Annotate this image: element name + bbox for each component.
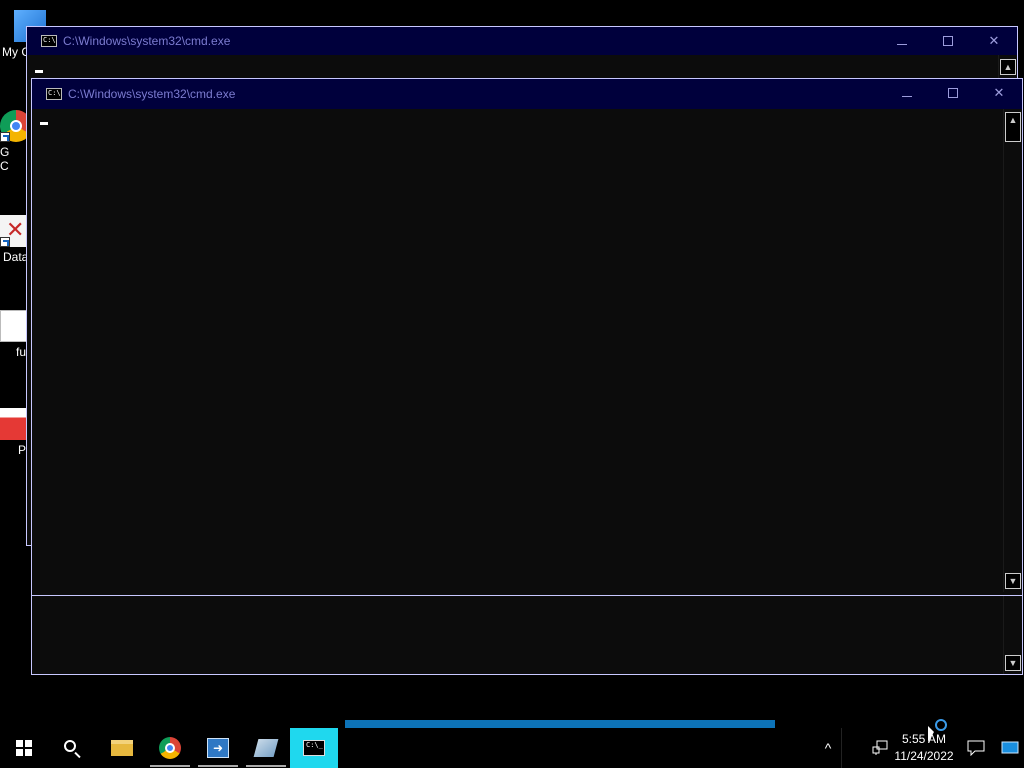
clock[interactable]: 5:55 AM 11/24/2022 <box>892 728 956 768</box>
taskbar-cmd[interactable]: C:\_ <box>290 728 338 768</box>
folder-icon <box>111 740 133 756</box>
scroll-up-button[interactable]: ▲ <box>1005 112 1021 128</box>
vertical-scrollbar-lower[interactable]: ▼ <box>1003 596 1022 674</box>
maximize-button[interactable] <box>930 79 976 107</box>
cmd-icon: C:\_ <box>303 740 325 756</box>
network-icon <box>872 740 888 755</box>
cmd-icon: C:\ <box>41 35 57 47</box>
vertical-scrollbar[interactable]: ▲ ▼ <box>1003 109 1022 592</box>
windows-logo-icon <box>16 740 32 756</box>
network-button[interactable] <box>868 728 892 768</box>
busy-indicator-icon <box>935 719 947 731</box>
tray-spacer <box>841 728 868 768</box>
cmd-window-front[interactable]: C:\ C:\Windows\system32\cmd.exe ✕ ▲ ▼ ▼ <box>31 78 1023 675</box>
close-button[interactable]: ✕ <box>976 79 1022 107</box>
scroll-up-button[interactable]: ▲ <box>1000 59 1016 75</box>
window-title: C:\Windows\system32\cmd.exe <box>68 87 236 101</box>
console-area[interactable] <box>32 109 1004 592</box>
clock-date: 11/24/2022 <box>894 749 954 763</box>
taskbar-file-explorer[interactable] <box>98 728 146 768</box>
cmd-icon: C:\ <box>46 88 62 100</box>
console-lower-pane[interactable]: ▼ <box>32 595 1022 674</box>
mouse-pointer-icon <box>928 726 934 742</box>
progress-strip <box>345 720 775 728</box>
notification-icon <box>967 740 985 756</box>
taskbar-chrome[interactable] <box>146 728 194 768</box>
title-bar[interactable]: C:\ C:\Windows\system32\cmd.exe ✕ <box>32 79 1022 109</box>
running-indicator <box>150 765 190 767</box>
start-button[interactable] <box>0 728 48 768</box>
scroll-thumb[interactable] <box>1005 127 1021 142</box>
search-icon <box>64 740 76 752</box>
minimize-button[interactable] <box>879 27 925 55</box>
chevron-up-icon: ^ <box>824 740 832 756</box>
clock-time: 5:55 AM <box>901 732 946 746</box>
shortcut-arrow-icon <box>0 237 10 247</box>
remote-desktop-icon: ➜ <box>207 738 229 758</box>
notepad-icon <box>253 739 279 757</box>
running-indicator <box>198 765 238 767</box>
scroll-down-button[interactable]: ▼ <box>1005 573 1021 589</box>
minimize-button[interactable] <box>884 79 930 107</box>
scroll-down-button[interactable]: ▼ <box>1005 655 1021 671</box>
running-indicator <box>246 765 286 767</box>
chrome-icon <box>159 737 181 759</box>
taskbar-remote-desktop[interactable]: ➜ <box>194 728 242 768</box>
action-center-button[interactable] <box>956 728 996 768</box>
search-button[interactable] <box>48 728 96 768</box>
maximize-button[interactable] <box>925 27 971 55</box>
taskbar-notepad[interactable] <box>242 728 290 768</box>
show-hidden-icons-button[interactable]: ^ <box>815 728 841 768</box>
text-cursor <box>40 122 48 125</box>
desktop-preview-icon <box>1001 741 1019 754</box>
show-desktop-button[interactable] <box>996 728 1024 768</box>
title-bar[interactable]: C:\ C:\Windows\system32\cmd.exe ✕ <box>27 27 1017 55</box>
text-cursor <box>35 70 43 73</box>
system-tray: ^ 5:55 AM 11/24/2022 <box>815 728 1024 768</box>
taskbar: ➜ C:\_ ^ 5:55 AM 11/24/2022 <box>0 728 1024 768</box>
window-title: C:\Windows\system32\cmd.exe <box>63 34 231 48</box>
close-button[interactable]: ✕ <box>971 27 1017 55</box>
shortcut-arrow-icon <box>0 132 10 142</box>
